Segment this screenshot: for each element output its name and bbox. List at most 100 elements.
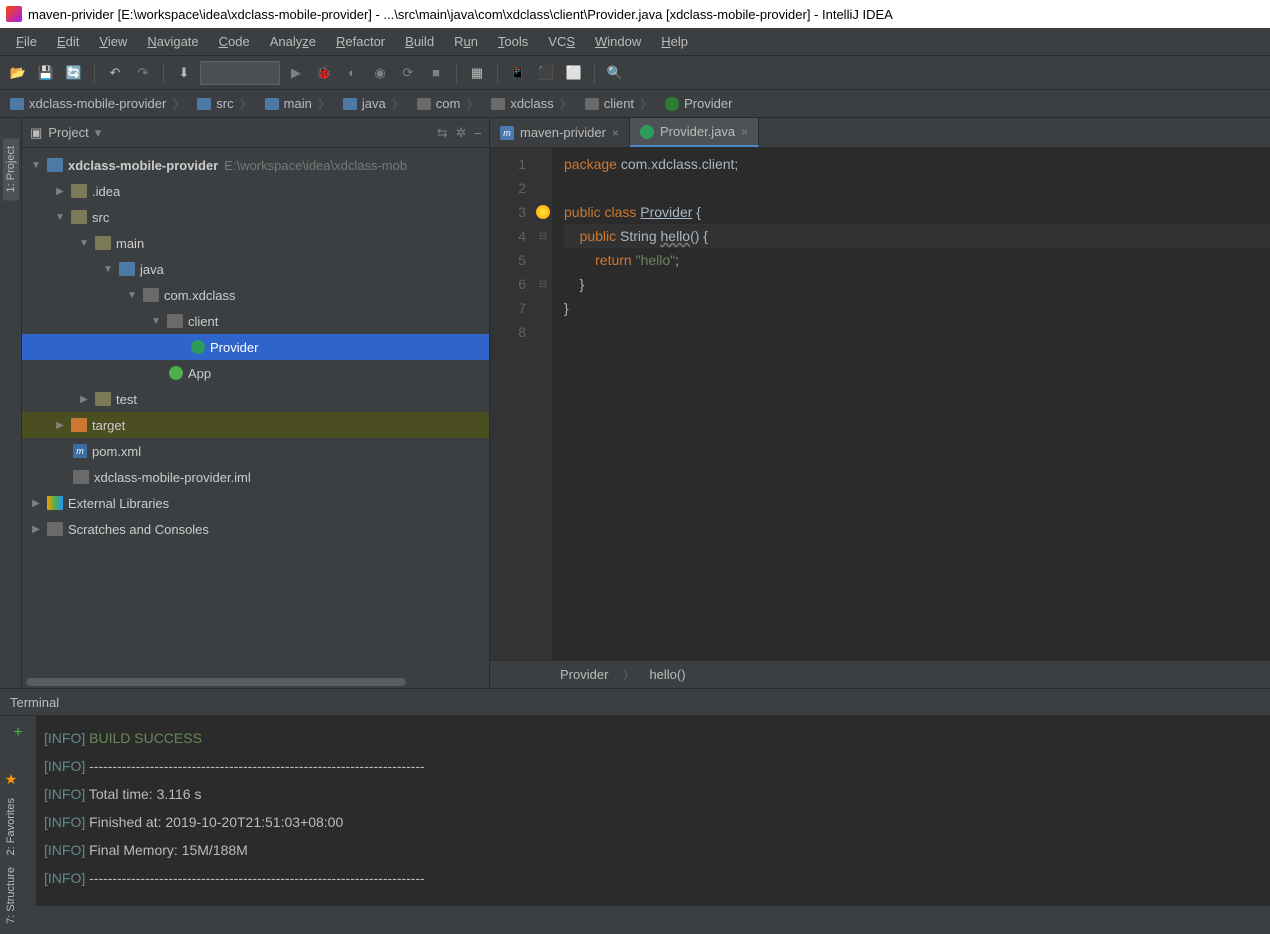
intention-bulb-icon[interactable]	[536, 205, 550, 219]
menu-refactor[interactable]: Refactor	[326, 30, 395, 53]
editor-tabs: mmaven-privider× Provider.java×	[490, 118, 1270, 148]
menu-help[interactable]: Help	[651, 30, 698, 53]
avd-icon[interactable]: 📱	[506, 61, 530, 85]
tree-pkg-client[interactable]: ▼client	[22, 308, 489, 334]
tree-test[interactable]: ▶test	[22, 386, 489, 412]
debug-icon[interactable]: 🐞	[312, 61, 336, 85]
tree-target[interactable]: ▶target	[22, 412, 489, 438]
folder-icon	[95, 392, 111, 406]
breadcrumb-class[interactable]: Provider	[560, 667, 608, 682]
editor-body[interactable]: 12345678 ⊟ ⊟ package com.xdclass.client;…	[490, 148, 1270, 660]
tree-java[interactable]: ▼java	[22, 256, 489, 282]
tree-app[interactable]: App	[22, 360, 489, 386]
profile-icon[interactable]: ◉	[368, 61, 392, 85]
project-select-icon[interactable]: ▣	[30, 125, 42, 141]
run-icon[interactable]: ▶	[284, 61, 308, 85]
tree-pom[interactable]: mpom.xml	[22, 438, 489, 464]
tree-idea[interactable]: ▶.idea	[22, 178, 489, 204]
tree-src[interactable]: ▼src	[22, 204, 489, 230]
open-icon[interactable]: 📂	[6, 61, 30, 85]
breadcrumb-method[interactable]: hello()	[649, 667, 685, 682]
tree-iml[interactable]: xdclass-mobile-provider.iml	[22, 464, 489, 490]
search-icon[interactable]: 🔍	[603, 61, 627, 85]
menu-view[interactable]: View	[89, 30, 137, 53]
crumb-com[interactable]: com	[413, 94, 488, 113]
stop-icon[interactable]: ■	[424, 61, 448, 85]
class-icon	[169, 366, 183, 380]
project-tree[interactable]: ▼xdclass-mobile-providerE:\workspace\ide…	[22, 148, 489, 678]
build-icon[interactable]: ⬇	[172, 61, 196, 85]
coverage-icon[interactable]: ◐	[340, 61, 364, 85]
tab-provider-java[interactable]: Provider.java×	[630, 118, 759, 147]
sync-icon[interactable]: 🔄	[62, 61, 86, 85]
project-scrollbar[interactable]	[22, 678, 489, 688]
menu-vcs[interactable]: VCS	[538, 30, 585, 53]
tool-tab-project[interactable]: 1: Project	[3, 138, 19, 200]
crumb-provider[interactable]: Provider	[661, 96, 746, 111]
fold-icon[interactable]: ⊟	[539, 279, 547, 290]
library-icon	[47, 496, 63, 510]
collapse-icon[interactable]: ⇆	[437, 125, 448, 141]
crumb-client[interactable]: client	[581, 94, 661, 113]
terminal-output[interactable]: [INFO] BUILD SUCCESS [INFO] ------------…	[36, 716, 1270, 906]
tree-main[interactable]: ▼main	[22, 230, 489, 256]
tree-provider[interactable]: Provider	[22, 334, 489, 360]
new-session-icon[interactable]: +	[13, 724, 22, 742]
save-icon[interactable]: 💾	[34, 61, 58, 85]
menu-file[interactable]: File	[6, 30, 47, 53]
tree-scratches[interactable]: ▶Scratches and Consoles	[22, 516, 489, 542]
folder-icon	[10, 98, 24, 110]
terminal-header[interactable]: Terminal	[0, 688, 1270, 716]
folder-icon	[343, 98, 357, 110]
code-content[interactable]: package com.xdclass.client; public class…	[552, 148, 1270, 660]
crumb-java[interactable]: java	[339, 94, 413, 113]
crumb-src[interactable]: src	[193, 94, 260, 113]
tool-tab-favorites[interactable]: 2: Favorites	[3, 792, 19, 861]
file-icon	[73, 470, 89, 484]
gear-icon[interactable]: ✲	[456, 125, 467, 141]
menu-analyze[interactable]: Analyze	[260, 30, 326, 53]
menu-tools[interactable]: Tools	[488, 30, 538, 53]
project-panel-title[interactable]: Project	[48, 125, 88, 140]
left-tool-strip: 1: Project	[0, 118, 22, 688]
close-icon[interactable]: ×	[612, 126, 619, 140]
menu-window[interactable]: Window	[585, 30, 651, 53]
redo-icon[interactable]: ↷	[131, 61, 155, 85]
menu-navigate[interactable]: Navigate	[137, 30, 208, 53]
structure-icon[interactable]: ▦	[465, 61, 489, 85]
sdk-icon[interactable]: ⬛	[534, 61, 558, 85]
menu-run[interactable]: Run	[444, 30, 488, 53]
undo-icon[interactable]: ↶	[103, 61, 127, 85]
module-icon	[47, 158, 63, 172]
toolbar-separator	[497, 63, 498, 83]
chevron-down-icon[interactable]: ▾	[95, 125, 102, 141]
editor-breadcrumb: Provider 〉 hello()	[490, 660, 1270, 688]
menu-edit[interactable]: Edit	[47, 30, 89, 53]
window-titlebar: maven-privider [E:\workspace\idea\xdclas…	[0, 0, 1270, 28]
editor-area: mmaven-privider× Provider.java× 12345678…	[490, 118, 1270, 688]
hide-icon[interactable]: ⎯	[475, 125, 482, 141]
crumb-main[interactable]: main	[261, 94, 339, 113]
terminal-title: Terminal	[10, 695, 59, 710]
tree-root[interactable]: ▼xdclass-mobile-providerE:\workspace\ide…	[22, 152, 489, 178]
bottom-left-tool-strip: ★ 2: Favorites 7: Structure	[0, 744, 22, 934]
close-icon[interactable]: ×	[741, 125, 748, 139]
tree-pkg-comxdclass[interactable]: ▼com.xdclass	[22, 282, 489, 308]
menu-build[interactable]: Build	[395, 30, 444, 53]
gradle-icon[interactable]: ⬜	[562, 61, 586, 85]
line-number-gutter: 12345678	[490, 148, 534, 660]
tree-external-libraries[interactable]: ▶External Libraries	[22, 490, 489, 516]
excluded-folder-icon	[71, 418, 87, 432]
attach-icon[interactable]: ⟳	[396, 61, 420, 85]
folder-icon	[95, 236, 111, 250]
crumb-project[interactable]: xdclass-mobile-provider	[6, 94, 193, 113]
tab-maven-privider[interactable]: mmaven-privider×	[490, 118, 630, 147]
favorites-star-icon[interactable]: ★	[5, 771, 18, 788]
window-title: maven-privider [E:\workspace\idea\xdclas…	[28, 7, 893, 22]
menu-code[interactable]: Code	[209, 30, 260, 53]
run-config-combo[interactable]	[200, 61, 280, 85]
tool-tab-structure[interactable]: 7: Structure	[3, 861, 19, 930]
fold-icon[interactable]: ⊟	[539, 231, 547, 242]
crumb-xdclass[interactable]: xdclass	[487, 94, 580, 113]
terminal-panel: + ✕ [INFO] BUILD SUCCESS [INFO] --------…	[0, 716, 1270, 906]
